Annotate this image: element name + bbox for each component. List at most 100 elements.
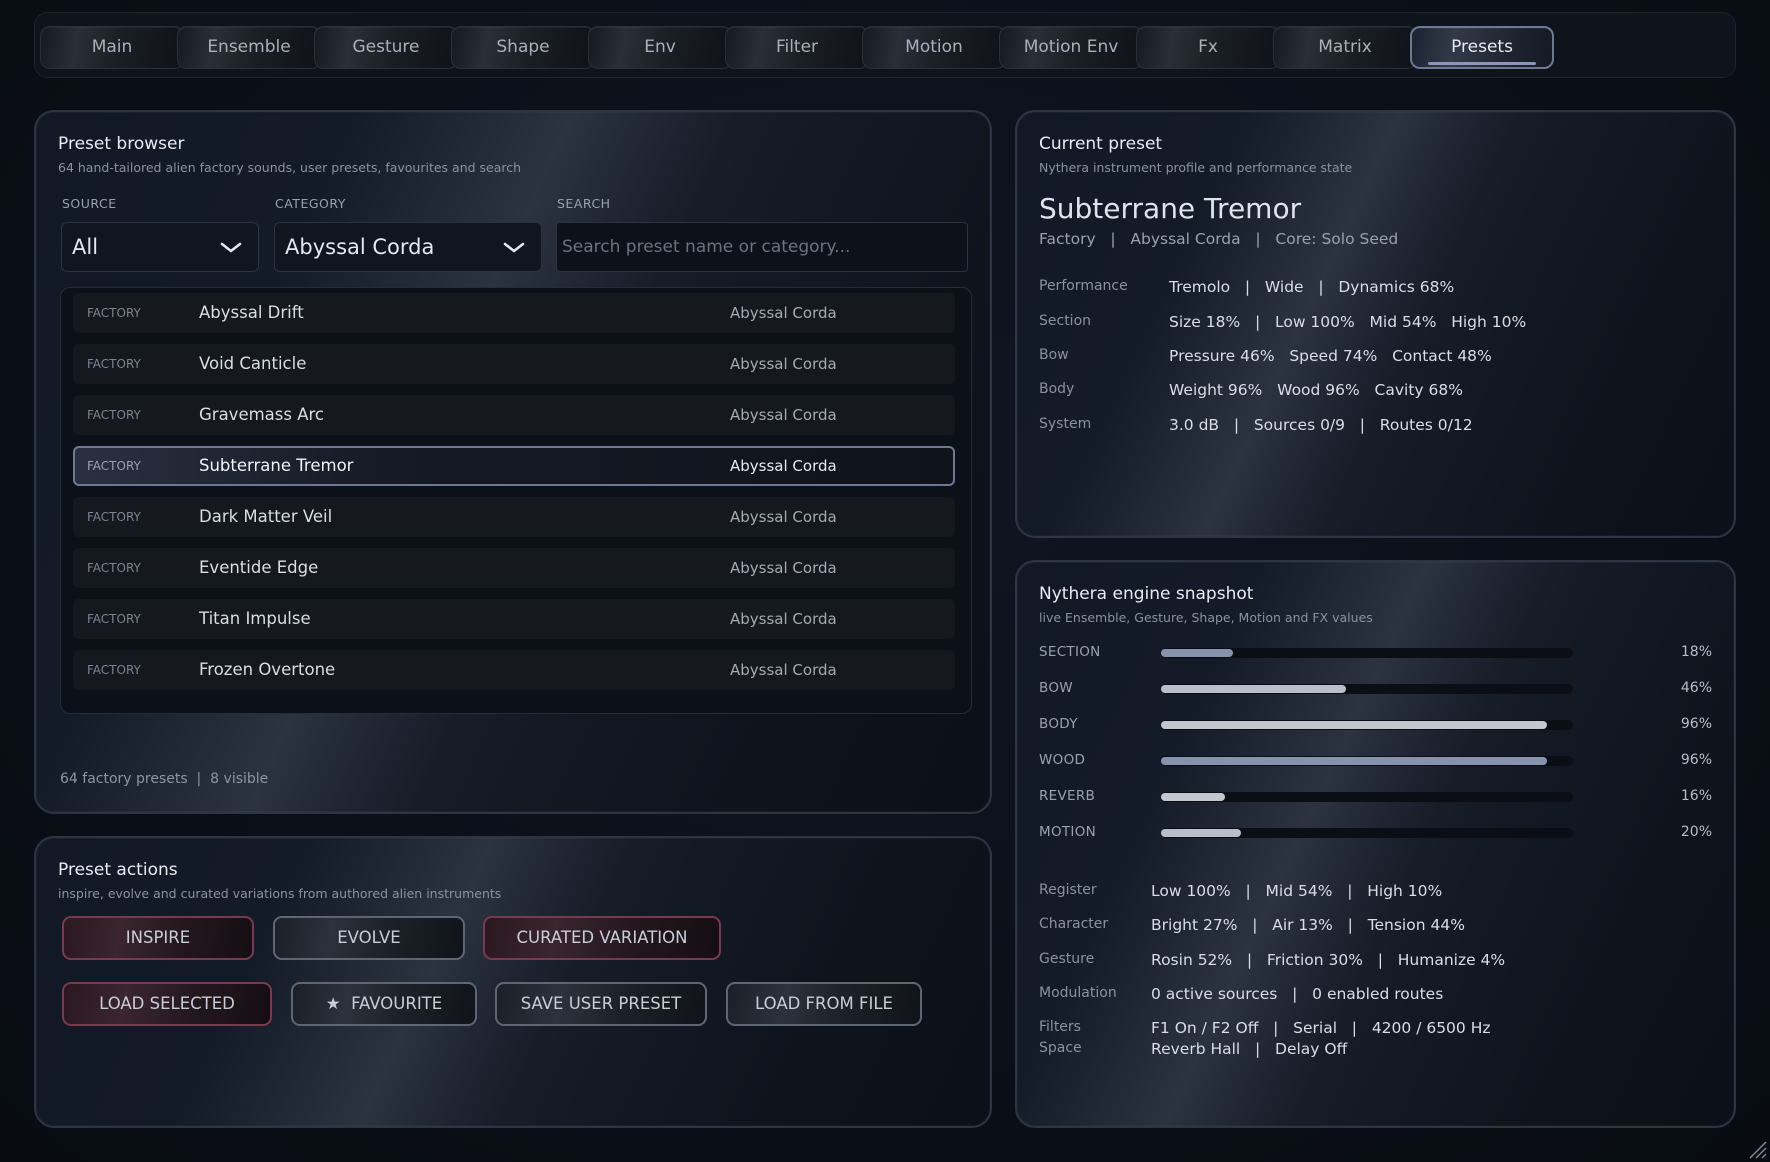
favourite-button[interactable]: ★ FAVOURITE [291, 982, 477, 1026]
load-selected-button[interactable]: LOAD SELECTED [62, 982, 272, 1026]
panel-subtitle: live Ensemble, Gesture, Shape, Motion an… [1039, 610, 1373, 625]
preset-list: FACTORY Abyssal Drift Abyssal Corda FACT… [60, 287, 972, 714]
panel-title: Nythera engine snapshot [1039, 584, 1254, 604]
snapshot-bar-fill [1161, 793, 1225, 801]
snapshot-bar-label: BOW [1039, 680, 1073, 696]
snapshot-bar-value: 18% [1680, 644, 1712, 660]
gesture-value: Rosin 52% | Friction 30% | Humanize 4% [1151, 951, 1506, 969]
evolve-button[interactable]: EVOLVE [273, 916, 465, 960]
tab-gesture[interactable]: Gesture [314, 26, 458, 69]
preset-row[interactable]: FACTORY Void Canticle Abyssal Corda [73, 344, 955, 384]
section-label: Section [1039, 313, 1092, 329]
panel-title: Preset browser [58, 134, 185, 154]
preset-name: Abyssal Drift [199, 303, 304, 322]
preset-name: Gravemass Arc [199, 405, 324, 424]
curated-variation-button[interactable]: CURATED VARIATION [483, 916, 721, 960]
tab-env[interactable]: Env [588, 26, 732, 69]
preset-source: FACTORY [87, 510, 141, 524]
snapshot-bar-fill [1161, 685, 1346, 693]
resize-grip-icon[interactable] [1744, 1136, 1768, 1160]
chevron-down-icon [503, 242, 525, 253]
current-preset-panel: Current preset Nythera instrument profil… [1015, 110, 1736, 538]
preset-category: Abyssal Corda [730, 559, 837, 577]
snapshot-bar-track [1161, 720, 1573, 730]
preset-row[interactable]: FACTORY Titan Impulse Abyssal Corda [73, 599, 955, 639]
gesture-label: Gesture [1039, 951, 1095, 967]
preset-row-selected[interactable]: FACTORY Subterrane Tremor Abyssal Corda [73, 446, 955, 486]
current-preset-meta: Factory | Abyssal Corda | Core: Solo See… [1039, 230, 1399, 248]
preset-actions-panel: Preset actions inspire, evolve and curat… [34, 836, 992, 1128]
filters-label: Filters [1039, 1019, 1081, 1035]
tab-ensemble[interactable]: Ensemble [177, 26, 321, 69]
tab-main[interactable]: Main [40, 26, 184, 69]
snapshot-bar-value: 96% [1680, 752, 1712, 768]
performance-label: Performance [1039, 278, 1128, 294]
inspire-button[interactable]: INSPIRE [62, 916, 254, 960]
save-user-preset-button[interactable]: SAVE USER PRESET [495, 982, 707, 1026]
preset-name: Dark Matter Veil [199, 507, 333, 526]
tab-presets[interactable]: Presets [1410, 26, 1554, 69]
category-dropdown[interactable]: Abyssal Corda [274, 222, 542, 272]
system-label: System [1039, 416, 1092, 432]
preset-count: 64 factory presets | 8 visible [60, 771, 269, 787]
preset-row[interactable]: FACTORY Frozen Overtone Abyssal Corda [73, 650, 955, 690]
preset-browser-panel: Preset browser 64 hand-tailored alien fa… [34, 110, 992, 814]
preset-source: FACTORY [87, 459, 141, 473]
snapshot-bar-label: MOTION [1039, 824, 1097, 840]
plugin-window: Main Ensemble Gesture Shape Env Filter M… [0, 0, 1770, 1162]
load-from-file-button[interactable]: LOAD FROM FILE [726, 982, 922, 1026]
preset-source: FACTORY [87, 306, 141, 320]
preset-source: FACTORY [87, 561, 141, 575]
snapshot-bar-track [1161, 648, 1573, 658]
body-value: Weight 96% Wood 96% Cavity 68% [1169, 381, 1463, 399]
preset-name: Frozen Overtone [199, 660, 336, 679]
system-value: 3.0 dB | Sources 0/9 | Routes 0/12 [1169, 416, 1473, 434]
preset-name: Void Canticle [199, 354, 307, 373]
preset-name: Titan Impulse [199, 609, 311, 628]
register-value: Low 100% | Mid 54% | High 10% [1151, 882, 1443, 900]
current-preset-name: Subterrane Tremor [1039, 192, 1302, 225]
preset-category: Abyssal Corda [730, 457, 837, 475]
snapshot-bar-track [1161, 684, 1573, 694]
tab-fx[interactable]: Fx [1136, 26, 1280, 69]
performance-value: Tremolo | Wide | Dynamics 68% [1169, 278, 1455, 296]
preset-row[interactable]: FACTORY Abyssal Drift Abyssal Corda [73, 293, 955, 333]
preset-name: Subterrane Tremor [199, 456, 354, 475]
source-dropdown[interactable]: All [61, 222, 259, 272]
snapshot-bar-value: 96% [1680, 716, 1712, 732]
space-label: Space [1039, 1040, 1082, 1056]
section-value: Size 18% | Low 100% Mid 54% High 10% [1169, 313, 1527, 331]
tab-shape[interactable]: Shape [451, 26, 595, 69]
tab-bar: Main Ensemble Gesture Shape Env Filter M… [34, 12, 1736, 78]
tab-motion[interactable]: Motion [862, 26, 1006, 69]
category-label: CATEGORY [275, 196, 346, 211]
tab-motion-env[interactable]: Motion Env [999, 26, 1143, 69]
snapshot-bar-track [1161, 792, 1573, 802]
tab-matrix[interactable]: Matrix [1273, 26, 1417, 69]
snapshot-bar-fill [1161, 757, 1547, 765]
snapshot-bar-fill [1161, 649, 1233, 657]
panel-title: Preset actions [58, 860, 178, 880]
preset-row[interactable]: FACTORY Eventide Edge Abyssal Corda [73, 548, 955, 588]
preset-row[interactable]: FACTORY Gravemass Arc Abyssal Corda [73, 395, 955, 435]
snapshot-bar-track [1161, 828, 1573, 838]
tab-filter[interactable]: Filter [725, 26, 869, 69]
snapshot-bar-value: 46% [1680, 680, 1712, 696]
snapshot-bar-track [1161, 756, 1573, 766]
preset-source: FACTORY [87, 663, 141, 677]
snapshot-bar-label: BODY [1039, 716, 1078, 732]
snapshot-bar-label: REVERB [1039, 788, 1096, 804]
preset-category: Abyssal Corda [730, 661, 837, 679]
bow-value: Pressure 46% Speed 74% Contact 48% [1169, 347, 1492, 365]
snapshot-bar-value: 20% [1680, 824, 1712, 840]
snapshot-bar-fill [1161, 721, 1547, 729]
preset-row[interactable]: FACTORY Dark Matter Veil Abyssal Corda [73, 497, 955, 537]
preset-source: FACTORY [87, 357, 141, 371]
search-input[interactable] [556, 222, 968, 272]
source-label: SOURCE [62, 196, 117, 211]
source-value: All [72, 235, 99, 259]
preset-category: Abyssal Corda [730, 508, 837, 526]
snapshot-bar-fill [1161, 829, 1241, 837]
panel-subtitle: Nythera instrument profile and performan… [1039, 160, 1353, 175]
body-label: Body [1039, 381, 1075, 397]
